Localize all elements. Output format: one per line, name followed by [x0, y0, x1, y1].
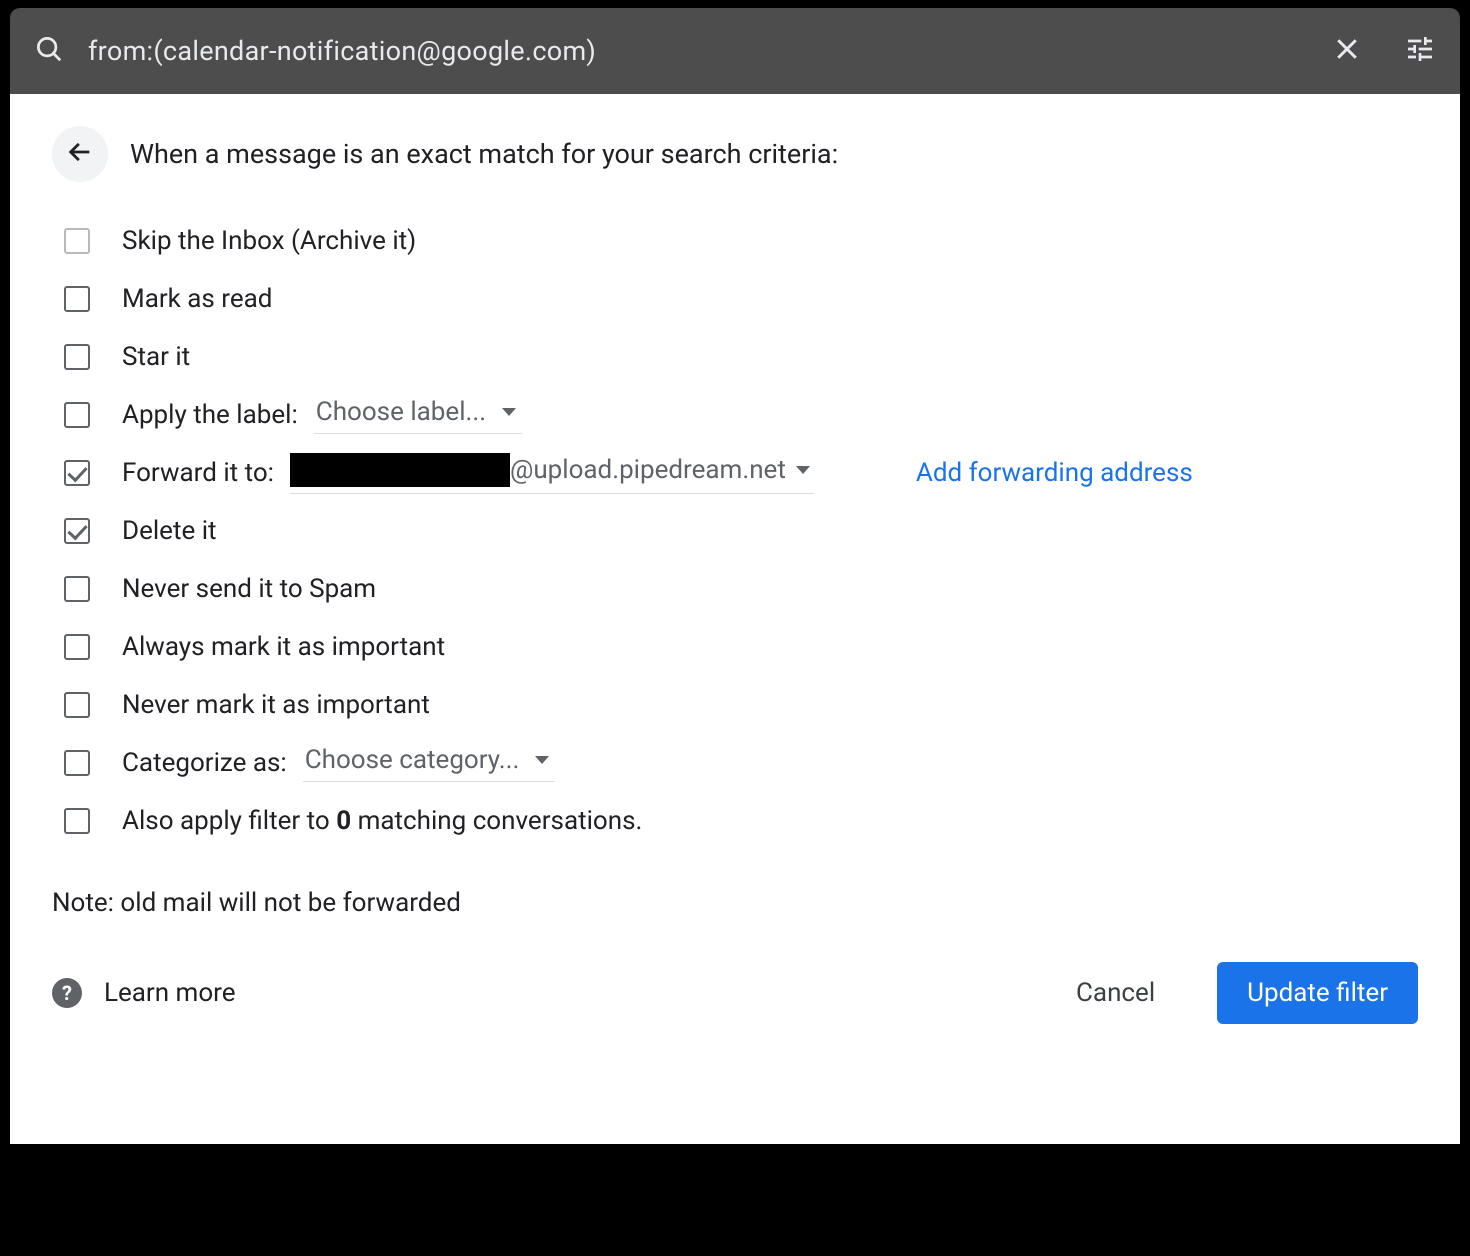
filter-panel: When a message is an exact match for you…: [10, 94, 1460, 1144]
arrow-left-icon: [66, 138, 94, 170]
also-apply-prefix: Also apply filter to: [122, 806, 336, 836]
checkbox-also-apply[interactable]: [64, 808, 90, 834]
checkbox-apply-label[interactable]: [64, 402, 90, 428]
search-query[interactable]: from:(calendar-notification@google.com): [88, 35, 1308, 67]
label-always-important: Always mark it as important: [122, 632, 445, 662]
checkbox-skip-inbox[interactable]: [64, 228, 90, 254]
label-never-spam: Never send it to Spam: [122, 574, 376, 604]
label-mark-read: Mark as read: [122, 284, 272, 314]
label-delete-it: Delete it: [122, 516, 217, 546]
label-never-important: Never mark it as important: [122, 690, 430, 720]
label-star-it: Star it: [122, 342, 190, 372]
back-button[interactable]: [52, 126, 108, 182]
panel-title: When a message is an exact match for you…: [130, 138, 838, 170]
select-choose-label[interactable]: Choose label...: [314, 397, 522, 434]
checkbox-delete-it[interactable]: [64, 518, 90, 544]
checkbox-never-important[interactable]: [64, 692, 90, 718]
forward-email-suffix: @upload.pipedream.net: [510, 455, 786, 485]
checkbox-always-important[interactable]: [64, 634, 90, 660]
add-forwarding-link[interactable]: Add forwarding address: [916, 458, 1193, 488]
redacted-prefix: [290, 453, 510, 487]
select-choose-category-text: Choose category...: [305, 745, 520, 775]
select-choose-label-text: Choose label...: [316, 397, 486, 427]
update-filter-button[interactable]: Update filter: [1217, 962, 1418, 1024]
chevron-down-icon: [502, 408, 516, 416]
label-categorize: Categorize as:: [122, 748, 287, 778]
also-apply-suffix: matching conversations.: [351, 806, 642, 836]
close-icon[interactable]: [1332, 34, 1362, 68]
note-text: Note: old mail will not be forwarded: [52, 888, 1418, 918]
checkbox-star-it[interactable]: [64, 344, 90, 370]
checkbox-categorize[interactable]: [64, 750, 90, 776]
label-forward: Forward it to:: [122, 458, 274, 488]
search-bar: from:(calendar-notification@google.com): [10, 8, 1460, 94]
search-icon: [34, 34, 64, 68]
checkbox-never-spam[interactable]: [64, 576, 90, 602]
chevron-down-icon: [535, 756, 549, 764]
search-options-icon[interactable]: [1404, 33, 1436, 69]
learn-more-link[interactable]: Learn more: [104, 978, 236, 1008]
help-icon[interactable]: ?: [52, 978, 82, 1008]
select-choose-category[interactable]: Choose category...: [303, 745, 556, 782]
label-apply-label: Apply the label:: [122, 400, 298, 430]
label-also-apply: Also apply filter to 0 matching conversa…: [122, 806, 642, 836]
chevron-down-icon: [796, 466, 810, 474]
also-apply-count: 0: [336, 806, 351, 836]
cancel-button[interactable]: Cancel: [1056, 964, 1175, 1022]
checkbox-forward[interactable]: [64, 460, 90, 486]
select-forward-address[interactable]: @upload.pipedream.net: [290, 453, 814, 494]
checkbox-mark-read[interactable]: [64, 286, 90, 312]
label-skip-inbox: Skip the Inbox (Archive it): [122, 226, 416, 256]
